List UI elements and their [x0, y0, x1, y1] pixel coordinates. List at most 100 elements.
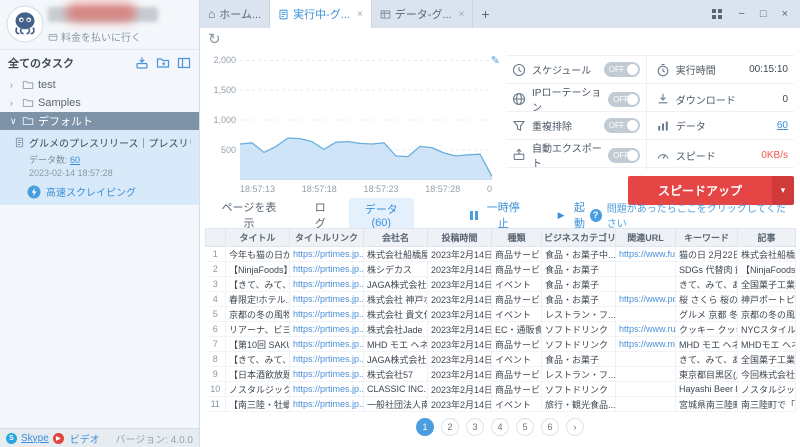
- table-cell[interactable]: 株式会社Jade: [363, 321, 428, 337]
- table-row[interactable]: 6リアーナ、ビヨ...https://prtimes.jp...株式会社Jade…: [205, 321, 796, 337]
- table-cell[interactable]: 株式会社 神戸ポ...: [363, 291, 428, 307]
- table-cell[interactable]: https://prtimes.jp...: [289, 276, 364, 292]
- table-cell[interactable]: [615, 381, 676, 397]
- column-header[interactable]: 記事: [737, 228, 796, 247]
- tab-data-view[interactable]: データ(60): [348, 198, 414, 232]
- table-cell[interactable]: JAGA株式会社: [363, 276, 428, 292]
- table-row[interactable]: 9【日本酒飲放題...https://prtimes.jp...株式会社5720…: [205, 366, 796, 382]
- table-cell[interactable]: 一般社団法人南...: [363, 396, 428, 412]
- table-cell[interactable]: レストラン・フ...: [541, 366, 616, 382]
- table-cell[interactable]: 京都の冬の風物...: [225, 306, 290, 322]
- page-button[interactable]: 3: [466, 418, 484, 436]
- table-cell[interactable]: NYCスタイルの...: [737, 321, 796, 337]
- column-header[interactable]: ビジネスカテゴリ: [541, 228, 616, 247]
- table-cell[interactable]: 2023年2月14日: [427, 306, 492, 322]
- table-cell[interactable]: 商品サービス: [491, 291, 542, 307]
- table-cell[interactable]: 2023年2月14日: [427, 351, 492, 367]
- apps-grid-icon[interactable]: [711, 8, 723, 20]
- start-button[interactable]: ▶ 起動: [558, 199, 590, 231]
- table-cell[interactable]: 2023年2月14日: [427, 261, 492, 277]
- table-cell[interactable]: 株式会社船橋屋: [363, 246, 428, 262]
- table-cell[interactable]: https://prtimes.jp...: [289, 306, 364, 322]
- table-cell[interactable]: MHD モエ ヘネ...: [363, 336, 428, 352]
- table-row[interactable]: 5京都の冬の風物...https://prtimes.jp...株式会社 貴文化…: [205, 306, 796, 322]
- column-header[interactable]: 種類: [491, 228, 542, 247]
- table-cell[interactable]: 神戸ポートピアホ...: [737, 291, 796, 307]
- table-cell[interactable]: ノスタルジック...: [737, 381, 796, 397]
- table-cell[interactable]: 2023年2月14日: [427, 276, 492, 292]
- table-cell[interactable]: [615, 261, 676, 277]
- table-cell[interactable]: 猫の日 2月22日...: [675, 246, 738, 262]
- column-header[interactable]: タイトルリンク: [289, 228, 364, 247]
- table-cell[interactable]: Hayashi Beer Da...: [675, 381, 738, 397]
- page-button[interactable]: 6: [541, 418, 559, 436]
- table-cell[interactable]: リアーナ、ビヨ...: [225, 321, 290, 337]
- schedule-toggle[interactable]: OFF: [603, 62, 640, 77]
- table-cell[interactable]: [615, 306, 676, 322]
- table-cell[interactable]: EC・通販食品・: [491, 321, 542, 337]
- table-cell[interactable]: 今回株式会社57...: [737, 366, 796, 382]
- page-button[interactable]: 5: [516, 418, 534, 436]
- table-cell[interactable]: 商品サービス: [491, 366, 542, 382]
- table-cell[interactable]: 全国菓子工業協...: [737, 276, 796, 292]
- table-cell[interactable]: 2023年2月14日: [427, 381, 492, 397]
- column-header[interactable]: 投稿時間: [427, 228, 492, 247]
- table-cell[interactable]: JAGA株式会社: [363, 351, 428, 367]
- table-cell[interactable]: 全国菓子工業協...: [737, 351, 796, 367]
- table-cell[interactable]: MHDモエ ヘネ...: [737, 336, 796, 352]
- video-link[interactable]: ビデオ: [70, 431, 100, 446]
- import-task-icon[interactable]: [135, 56, 149, 70]
- table-cell[interactable]: クッキー クッキ...: [675, 321, 738, 337]
- table-cell[interactable]: 【NinjaFoods】...: [225, 261, 290, 277]
- table-cell[interactable]: 商品サービス: [491, 246, 542, 262]
- table-cell[interactable]: 株式会社船橋屋...: [737, 246, 796, 262]
- table-row[interactable]: 11【南三陸・牡蠣...https://prtimes.jp...一般社団法人南…: [205, 396, 796, 412]
- pause-button[interactable]: 一時停止: [470, 199, 524, 231]
- table-cell[interactable]: 南三陸町で「牡...: [737, 396, 796, 412]
- table-cell[interactable]: 桜 さくら 桜の花...: [675, 291, 738, 307]
- table-cell[interactable]: 2023年2月14日: [427, 321, 492, 337]
- octopus-avatar[interactable]: [6, 5, 44, 43]
- tab-running[interactable]: 実行中-グ... ×: [270, 0, 372, 28]
- table-cell[interactable]: SDGs 代替肉 飲...: [675, 261, 738, 277]
- table-cell[interactable]: きて、みて、あそ...: [675, 276, 738, 292]
- table-cell[interactable]: イベント: [491, 276, 542, 292]
- table-cell[interactable]: https://www.funa...: [615, 246, 676, 262]
- column-header[interactable]: 関連URL: [615, 228, 676, 247]
- table-cell[interactable]: 2023年2月14日: [427, 366, 492, 382]
- table-cell[interactable]: 【きて、みて、...: [225, 276, 290, 292]
- folder-test[interactable]: › test: [0, 76, 199, 94]
- table-cell[interactable]: 商品サービス: [491, 336, 542, 352]
- table-cell[interactable]: [615, 276, 676, 292]
- table-cell[interactable]: 春限定!ホテル...: [225, 291, 290, 307]
- table-row[interactable]: 3【きて、みて、...https://prtimes.jp...JAGA株式会社…: [205, 276, 796, 292]
- table-cell[interactable]: https://prtimes.jp...: [289, 351, 364, 367]
- table-cell[interactable]: https://prtimes.jp...: [289, 396, 364, 412]
- edit-icon[interactable]: ✎: [491, 54, 500, 67]
- table-row[interactable]: 10ノスタルジック...https://prtimes.jp...CLASSIC…: [205, 381, 796, 397]
- new-tab-button[interactable]: +: [473, 0, 497, 28]
- table-cell[interactable]: 【きて、みて、...: [225, 351, 290, 367]
- column-header[interactable]: タイトル: [225, 228, 290, 247]
- folder-default[interactable]: ∨ デフォルト: [0, 112, 199, 130]
- table-cell[interactable]: 今年も猫の日が...: [225, 246, 290, 262]
- table-cell[interactable]: 株式会社57: [363, 366, 428, 382]
- new-group-icon[interactable]: [156, 56, 170, 70]
- table-cell[interactable]: 食品・お菓子: [541, 291, 616, 307]
- table-cell[interactable]: https://prtimes.jp...: [289, 321, 364, 337]
- table-cell[interactable]: CLASSIC INC.: [363, 381, 428, 397]
- table-cell[interactable]: 京都の冬の風物...: [737, 306, 796, 322]
- column-header[interactable]: 会社名: [363, 228, 428, 247]
- table-cell[interactable]: イベント: [491, 351, 542, 367]
- table-cell[interactable]: 商品サービス: [491, 381, 542, 397]
- table-row[interactable]: 1今年も猫の日が...https://prtimes.jp...株式会社船橋屋2…: [205, 246, 796, 262]
- page-button[interactable]: 4: [491, 418, 509, 436]
- video-icon[interactable]: ▶: [52, 432, 64, 444]
- table-cell[interactable]: 【南三陸・牡蠣...: [225, 396, 290, 412]
- tab-data[interactable]: データ-グ... ×: [372, 0, 474, 28]
- page-button[interactable]: 2: [441, 418, 459, 436]
- table-cell[interactable]: https://prtimes.jp...: [289, 336, 364, 352]
- table-cell[interactable]: グルメ 京都 冬...: [675, 306, 738, 322]
- table-cell[interactable]: ソフトドリンク: [541, 381, 616, 397]
- table-cell[interactable]: 旅行・観光食品...: [541, 396, 616, 412]
